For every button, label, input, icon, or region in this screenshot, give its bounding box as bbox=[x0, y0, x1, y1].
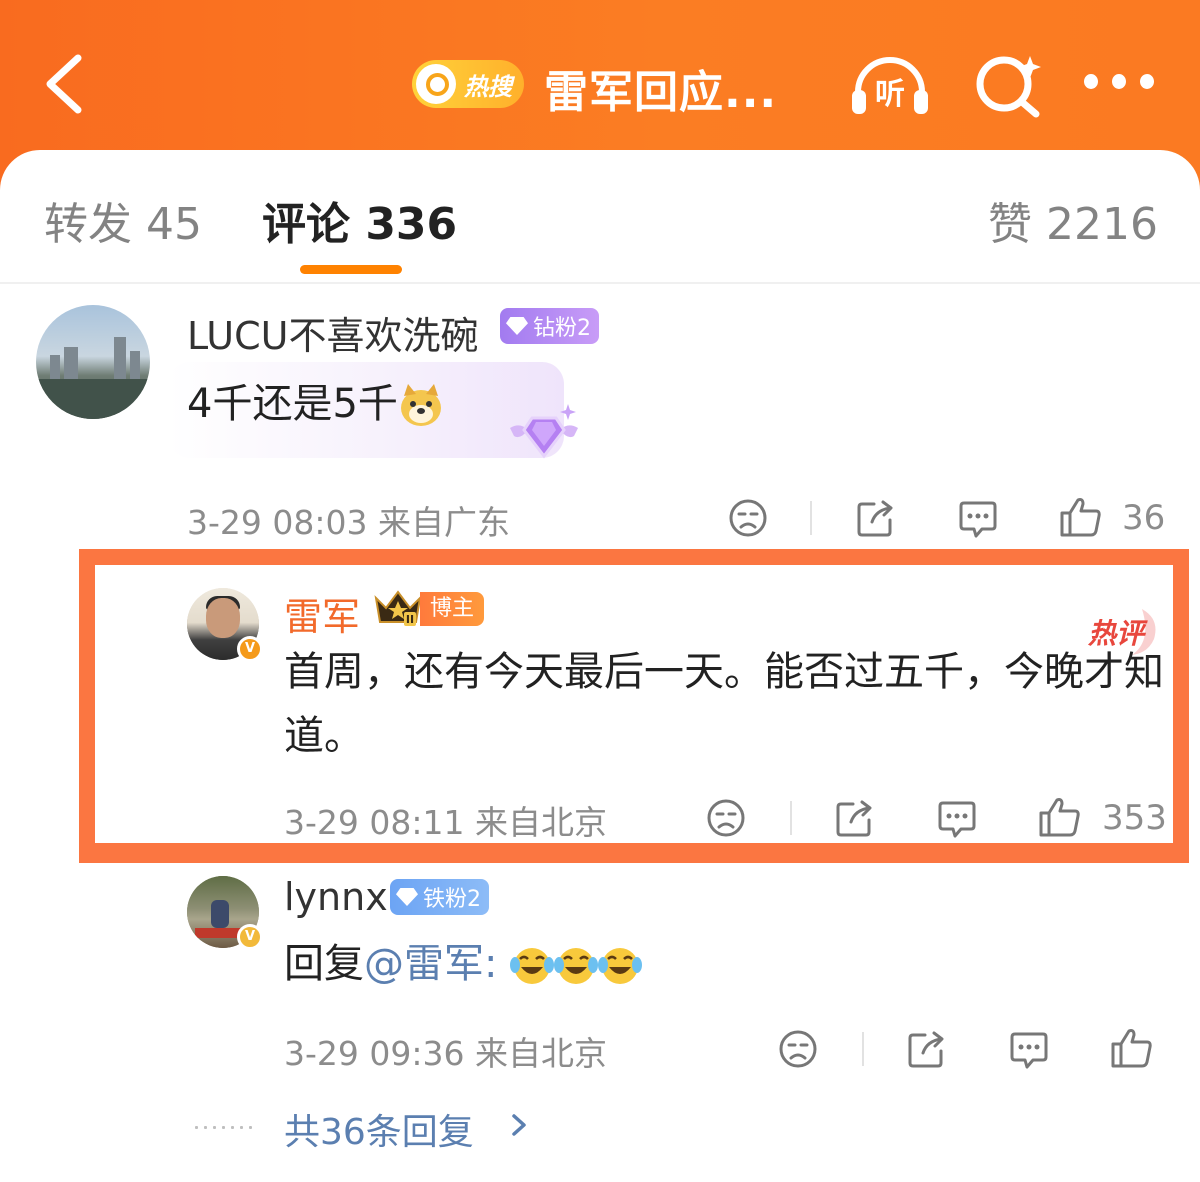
avatar[interactable]: V bbox=[187, 588, 263, 662]
diamond-wings-icon bbox=[510, 404, 578, 459]
like-count: 353 bbox=[1102, 798, 1167, 838]
tab-comment[interactable]: 评论 336 bbox=[262, 188, 457, 252]
action-divider bbox=[790, 801, 792, 835]
hot-badge-label: 热搜 bbox=[464, 72, 512, 101]
blogger-badge: 博主 bbox=[420, 592, 485, 626]
more-icon[interactable] bbox=[1084, 74, 1154, 96]
chevron-right-icon[interactable] bbox=[508, 1110, 530, 1140]
share-icon[interactable] bbox=[907, 1029, 947, 1069]
comment-icon[interactable] bbox=[937, 799, 977, 839]
listen-icon[interactable]: 听 bbox=[848, 52, 932, 118]
fan-level-badge[interactable]: 钻粉2 bbox=[500, 308, 599, 344]
tab-like[interactable]: 赞 2216 bbox=[988, 188, 1158, 252]
dislike-face-icon[interactable] bbox=[706, 798, 746, 838]
username[interactable]: lynnx bbox=[284, 875, 388, 919]
fan-badge-label: 铁粉2 bbox=[423, 887, 481, 912]
reply-thread-dots bbox=[192, 1126, 252, 1129]
search-sparkle-icon[interactable] bbox=[974, 52, 1044, 118]
view-all-replies-link[interactable]: 共36条回复 bbox=[284, 1103, 474, 1155]
svg-text:II: II bbox=[406, 613, 414, 626]
hot-search-badge[interactable]: 热搜 bbox=[412, 60, 524, 108]
thumbs-up-icon[interactable] bbox=[1059, 496, 1103, 538]
username[interactable]: 雷军 bbox=[284, 586, 360, 641]
dislike-face-icon[interactable] bbox=[778, 1029, 818, 1069]
active-tab-indicator bbox=[300, 265, 402, 274]
comment-icon[interactable] bbox=[1009, 1030, 1049, 1070]
diamond-icon bbox=[506, 317, 528, 335]
fan-badge-label: 钻粉2 bbox=[533, 316, 591, 341]
comment-text: 4千还是5千 bbox=[187, 372, 444, 436]
comment-time-location: 3-29 08:11 来自北京 bbox=[284, 803, 607, 842]
verified-badge: V bbox=[237, 636, 263, 662]
thumbs-up-icon[interactable] bbox=[1038, 796, 1082, 838]
share-icon[interactable] bbox=[835, 798, 875, 838]
comment-time-location: 3-29 08:03 来自广东 bbox=[187, 503, 510, 542]
doge-emoji bbox=[400, 384, 441, 426]
page-title: 雷军回应... bbox=[544, 67, 778, 118]
comment-text: 首周，还有今天最后一天。能否过五千，今晚才知道。 bbox=[284, 649, 1164, 759]
crown-icon: II bbox=[374, 590, 422, 626]
avatar[interactable]: V bbox=[187, 876, 263, 950]
comment-text: 回复@雷军: bbox=[284, 932, 643, 996]
username[interactable]: LUCU不喜欢洗碗 bbox=[187, 305, 478, 360]
mention-link[interactable]: @雷军 bbox=[364, 941, 484, 987]
avatar[interactable] bbox=[36, 305, 150, 419]
tab-forward[interactable]: 转发 45 bbox=[44, 188, 202, 252]
search-icon bbox=[416, 64, 456, 104]
svg-text:听: 听 bbox=[875, 77, 905, 112]
laugh-cry-emoji bbox=[554, 948, 599, 984]
comment-time-location: 3-29 09:36 来自北京 bbox=[284, 1034, 607, 1073]
verified-badge: V bbox=[237, 924, 263, 950]
comment-icon[interactable] bbox=[958, 499, 998, 539]
fan-level-badge[interactable]: 铁粉2 bbox=[390, 879, 489, 915]
laugh-cry-emoji bbox=[598, 948, 643, 984]
action-divider bbox=[862, 1032, 864, 1066]
diamond-icon bbox=[396, 888, 418, 906]
tab-divider bbox=[0, 282, 1200, 284]
dislike-face-icon[interactable] bbox=[728, 498, 768, 538]
action-divider bbox=[810, 501, 812, 535]
laugh-cry-emoji bbox=[510, 948, 555, 984]
back-arrow-icon[interactable] bbox=[40, 52, 100, 116]
thumbs-up-icon[interactable] bbox=[1110, 1027, 1154, 1069]
share-icon[interactable] bbox=[856, 498, 896, 538]
like-count: 36 bbox=[1122, 498, 1166, 538]
